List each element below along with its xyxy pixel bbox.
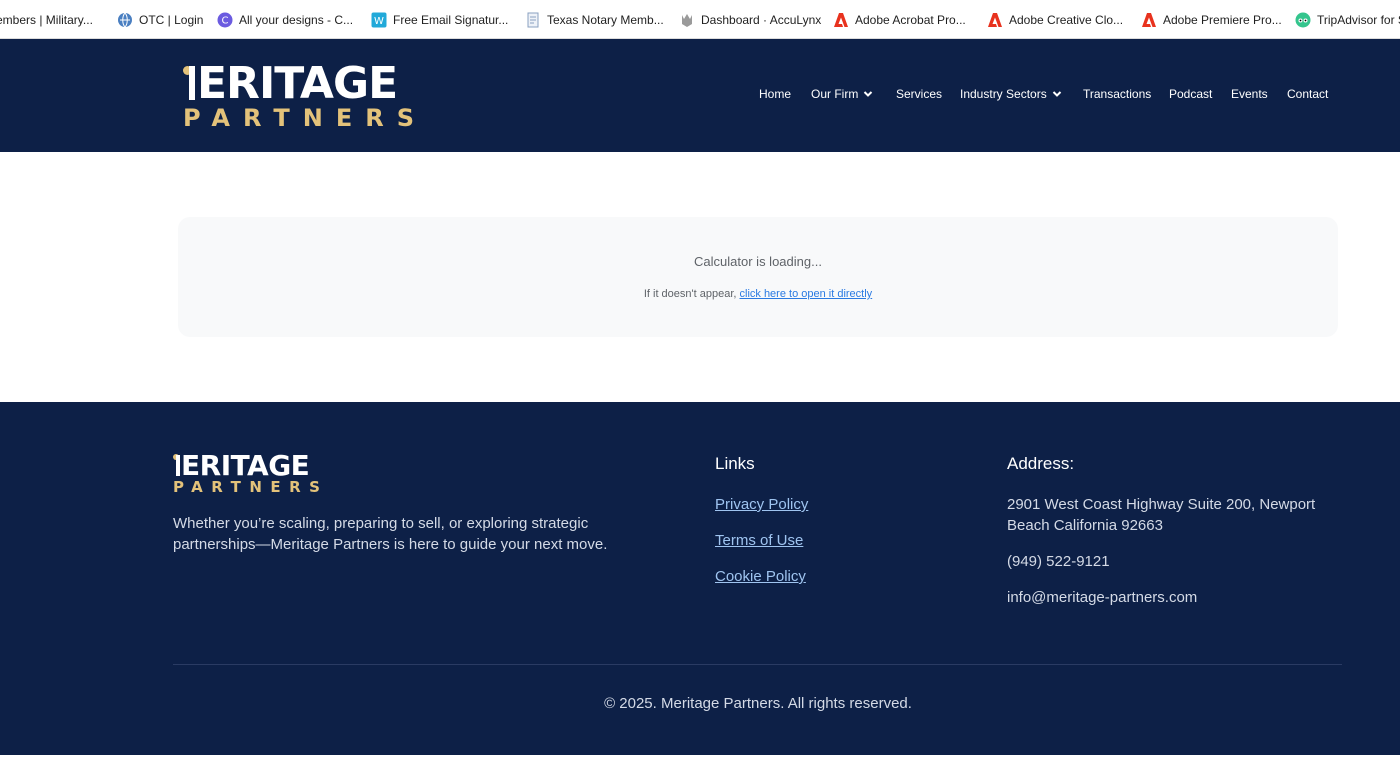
bookmark-tripadvisor[interactable]: TripAdvisor for S	[1295, 0, 1400, 38]
main-content: Calculator is loading... If it doesn't a…	[0, 152, 1400, 402]
nav-our-firm[interactable]: Our Firm	[811, 87, 873, 101]
nav-label: Home	[759, 87, 792, 101]
nav-label: Industry Sectors	[960, 87, 1047, 101]
calculator-fallback: If it doesn't appear, click here to open…	[178, 288, 1338, 300]
tripadvisor-icon	[1295, 12, 1311, 28]
nav-industry-sectors[interactable]: Industry Sectors	[960, 87, 1062, 101]
nav-contact[interactable]: Contact	[1287, 87, 1328, 101]
bookmark-adobe-creative-cloud[interactable]: Adobe Creative Clo...	[987, 0, 1124, 38]
nav-label: Our Firm	[811, 87, 859, 101]
acculynx-icon	[679, 12, 695, 28]
footer-logo-bottom-text: PARTNERS	[173, 478, 329, 496]
bookmark-military[interactable]: embers | Military...	[0, 0, 93, 38]
wisestamp-icon: W	[371, 12, 387, 28]
bookmark-label: Free Email Signatur...	[393, 12, 509, 27]
bookmark-label: Adobe Creative Clo...	[1009, 12, 1124, 27]
terms-of-use-link[interactable]: Terms of Use	[715, 532, 803, 549]
bookmark-otc-login[interactable]: OTC | Login	[117, 0, 204, 38]
footer-address-title: Address:	[1007, 454, 1075, 473]
bookmark-email-signature[interactable]: W Free Email Signatur...	[371, 0, 509, 38]
bookmark-label: Texas Notary Memb...	[547, 12, 664, 27]
chevron-down-icon	[864, 91, 873, 97]
site-footer: ERITAGE PARTNERS Whether you’re scaling,…	[0, 402, 1400, 755]
bookmark-label: OTC | Login	[139, 12, 204, 27]
nav-podcast[interactable]: Podcast	[1169, 87, 1212, 101]
bookmark-canva[interactable]: C All your designs - C...	[217, 0, 354, 38]
nav-services[interactable]: Services	[896, 87, 942, 101]
adobe-icon	[987, 12, 1003, 28]
bookmark-label: embers | Military...	[0, 12, 93, 27]
calculator-loading-text: Calculator is loading...	[694, 254, 822, 269]
footer-logo-wordmark: ERITAGE	[173, 452, 329, 480]
footer-divider	[173, 664, 1342, 665]
svg-text:C: C	[222, 15, 229, 26]
page-icon	[525, 12, 541, 28]
bookmark-label: Dashboard · AccuLynx	[701, 12, 822, 27]
canva-icon: C	[217, 12, 233, 28]
bookmark-acculynx[interactable]: Dashboard · AccuLynx	[679, 0, 822, 38]
bookmark-label: TripAdvisor for S	[1317, 12, 1400, 27]
adobe-icon	[1141, 12, 1157, 28]
nav-events[interactable]: Events	[1231, 87, 1268, 101]
nav-transactions[interactable]: Transactions	[1083, 87, 1151, 101]
chevron-down-icon	[1052, 91, 1061, 97]
open-calculator-link[interactable]: click here to open it directly	[740, 288, 873, 300]
bookmark-adobe-premiere[interactable]: Adobe Premiere Pro...	[1141, 0, 1282, 38]
nav-label: Transactions	[1083, 87, 1152, 101]
bookmark-texas-notary[interactable]: Texas Notary Memb...	[525, 0, 664, 38]
bookmark-label: Adobe Acrobat Pro...	[855, 12, 966, 27]
nav-home[interactable]: Home	[759, 87, 791, 101]
nav-label: Services	[896, 87, 943, 101]
footer-address: 2901 West Coast Highway Suite 200, Newpo…	[1007, 496, 1316, 534]
bookmark-label: Adobe Premiere Pro...	[1163, 12, 1282, 27]
bookmarks-bar: embers | Military... OTC | Login C All y…	[0, 0, 1400, 39]
nav-label: Contact	[1287, 87, 1329, 101]
fallback-prefix: If it doesn't appear,	[643, 288, 740, 300]
adobe-icon	[833, 12, 849, 28]
cookie-policy-link[interactable]: Cookie Policy	[715, 568, 806, 585]
logo-bottom-text: PARTNERS	[183, 104, 427, 132]
globe-icon	[117, 12, 133, 28]
bookmark-label: All your designs - C...	[239, 12, 354, 27]
footer-email[interactable]: info@meritage-partners.com	[1007, 588, 1197, 609]
page-bottom	[0, 755, 1400, 773]
calculator-placeholder: Calculator is loading... If it doesn't a…	[178, 217, 1338, 337]
bookmark-adobe-acrobat[interactable]: Adobe Acrobat Pro...	[833, 0, 966, 38]
nav-label: Podcast	[1169, 87, 1213, 101]
footer-copyright: © 2025. Meritage Partners. All rights re…	[604, 695, 912, 712]
main-nav: Home Our Firm Services Industry Sectors …	[0, 87, 1400, 103]
footer-links-title: Links	[715, 454, 755, 473]
privacy-policy-link[interactable]: Privacy Policy	[715, 496, 808, 513]
svg-text:W: W	[374, 16, 384, 27]
nav-label: Events	[1231, 87, 1268, 101]
footer-tagline: Whether you’re scaling, preparing to sel…	[173, 515, 608, 553]
footer-phone[interactable]: (949) 522-9121	[1007, 552, 1110, 573]
footer-logo[interactable]: ERITAGE PARTNERS	[173, 452, 329, 495]
